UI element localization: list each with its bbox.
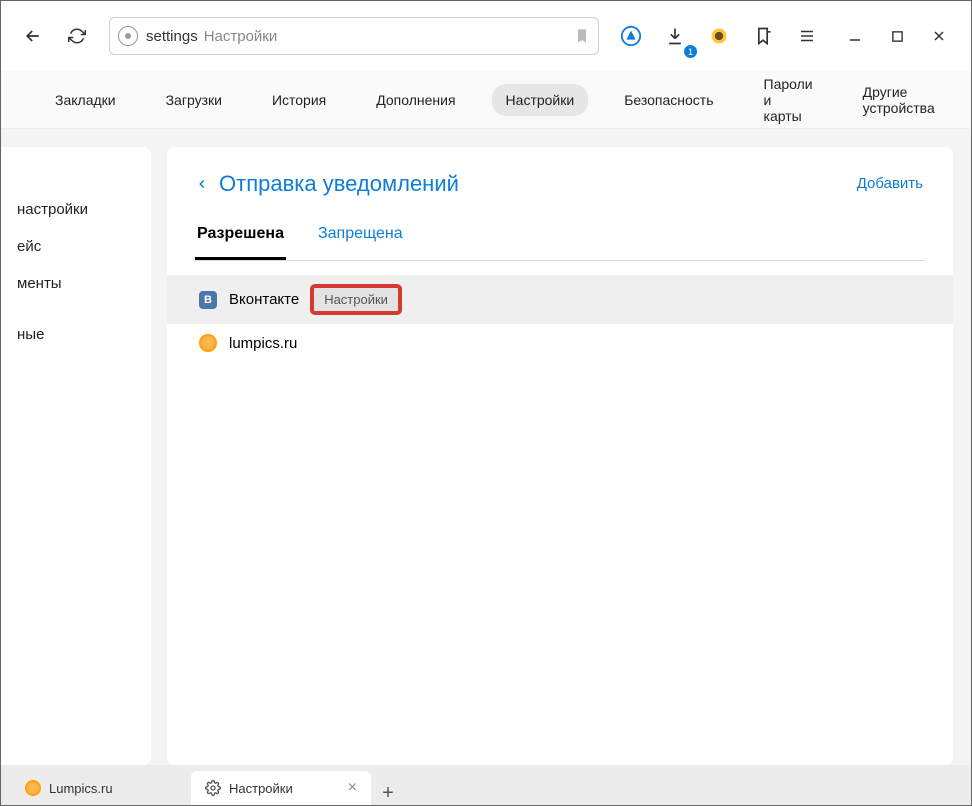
tab-label: Настройки [229, 781, 293, 796]
downloads-badge: 1 [684, 45, 697, 58]
vk-icon: B [199, 291, 217, 309]
window-maximize[interactable] [877, 16, 917, 56]
sidebar-item[interactable]: настройки [1, 191, 151, 228]
nav-devices[interactable]: Другие устройства [849, 76, 949, 124]
bookmarks-panel-button[interactable] [743, 16, 783, 56]
nav-passwords[interactable]: Пароли и карты [750, 68, 827, 132]
menu-button[interactable] [787, 16, 827, 56]
site-settings-button[interactable]: Настройки [311, 285, 401, 314]
site-list: B Вконтакте Настройки lumpics.ru [195, 275, 925, 362]
nav-addons[interactable]: Дополнения [362, 84, 469, 116]
nav-history[interactable]: История [258, 84, 340, 116]
settings-sidebar: настройки ейс менты ные [1, 147, 151, 765]
downloads-button[interactable]: 1 [655, 16, 695, 56]
browser-toolbar: settingsНастройки 1 [1, 1, 971, 71]
page-title: Отправка уведомлений [219, 171, 459, 197]
tab-blocked[interactable]: Запрещена [316, 217, 405, 260]
site-name: lumpics.ru [229, 335, 297, 352]
bookmark-icon[interactable] [574, 28, 590, 44]
site-row[interactable]: lumpics.ru [195, 324, 925, 362]
reload-button[interactable] [57, 16, 97, 56]
browser-tab-lumpics[interactable]: Lumpics.ru [11, 771, 191, 805]
nav-bookmarks[interactable]: Закладки [41, 84, 130, 116]
tab-close-button[interactable]: × [348, 779, 357, 797]
nav-downloads[interactable]: Загрузки [152, 84, 236, 116]
sidebar-item[interactable]: менты [1, 265, 151, 302]
url-text: settingsНастройки [146, 28, 277, 45]
back-chevron-icon[interactable] [195, 174, 209, 194]
lumpics-icon [199, 334, 217, 352]
sidebar-item[interactable]: ейс [1, 228, 151, 265]
permission-tabs: Разрешена Запрещена [195, 217, 925, 261]
extension-icon[interactable] [699, 16, 739, 56]
tab-allowed[interactable]: Разрешена [195, 217, 286, 260]
window-minimize[interactable] [835, 16, 875, 56]
lumpics-icon [25, 780, 41, 796]
add-button[interactable]: Добавить [857, 175, 923, 192]
gear-icon [205, 780, 221, 796]
site-name: Вконтакте [229, 291, 299, 308]
content-panel: Отправка уведомлений Добавить Разрешена … [167, 147, 953, 765]
settings-nav: Закладки Загрузки История Дополнения Нас… [1, 71, 971, 129]
yandex-icon [118, 26, 138, 46]
nav-settings[interactable]: Настройки [492, 84, 589, 116]
alice-icon[interactable] [611, 16, 651, 56]
breadcrumb[interactable]: Отправка уведомлений [195, 171, 925, 197]
window-close[interactable] [919, 16, 959, 56]
address-bar[interactable]: settingsНастройки [109, 17, 599, 55]
back-button[interactable] [13, 16, 53, 56]
main-area: настройки ейс менты ные Отправка уведомл… [1, 129, 971, 765]
sidebar-item[interactable]: ные [1, 316, 151, 353]
tab-strip: Lumpics.ru Настройки × + [1, 765, 971, 805]
new-tab-button[interactable]: + [371, 782, 405, 805]
browser-tab-settings[interactable]: Настройки × [191, 771, 371, 805]
tab-label: Lumpics.ru [49, 781, 113, 796]
site-row[interactable]: B Вконтакте Настройки [167, 275, 953, 324]
nav-security[interactable]: Безопасность [610, 84, 727, 116]
